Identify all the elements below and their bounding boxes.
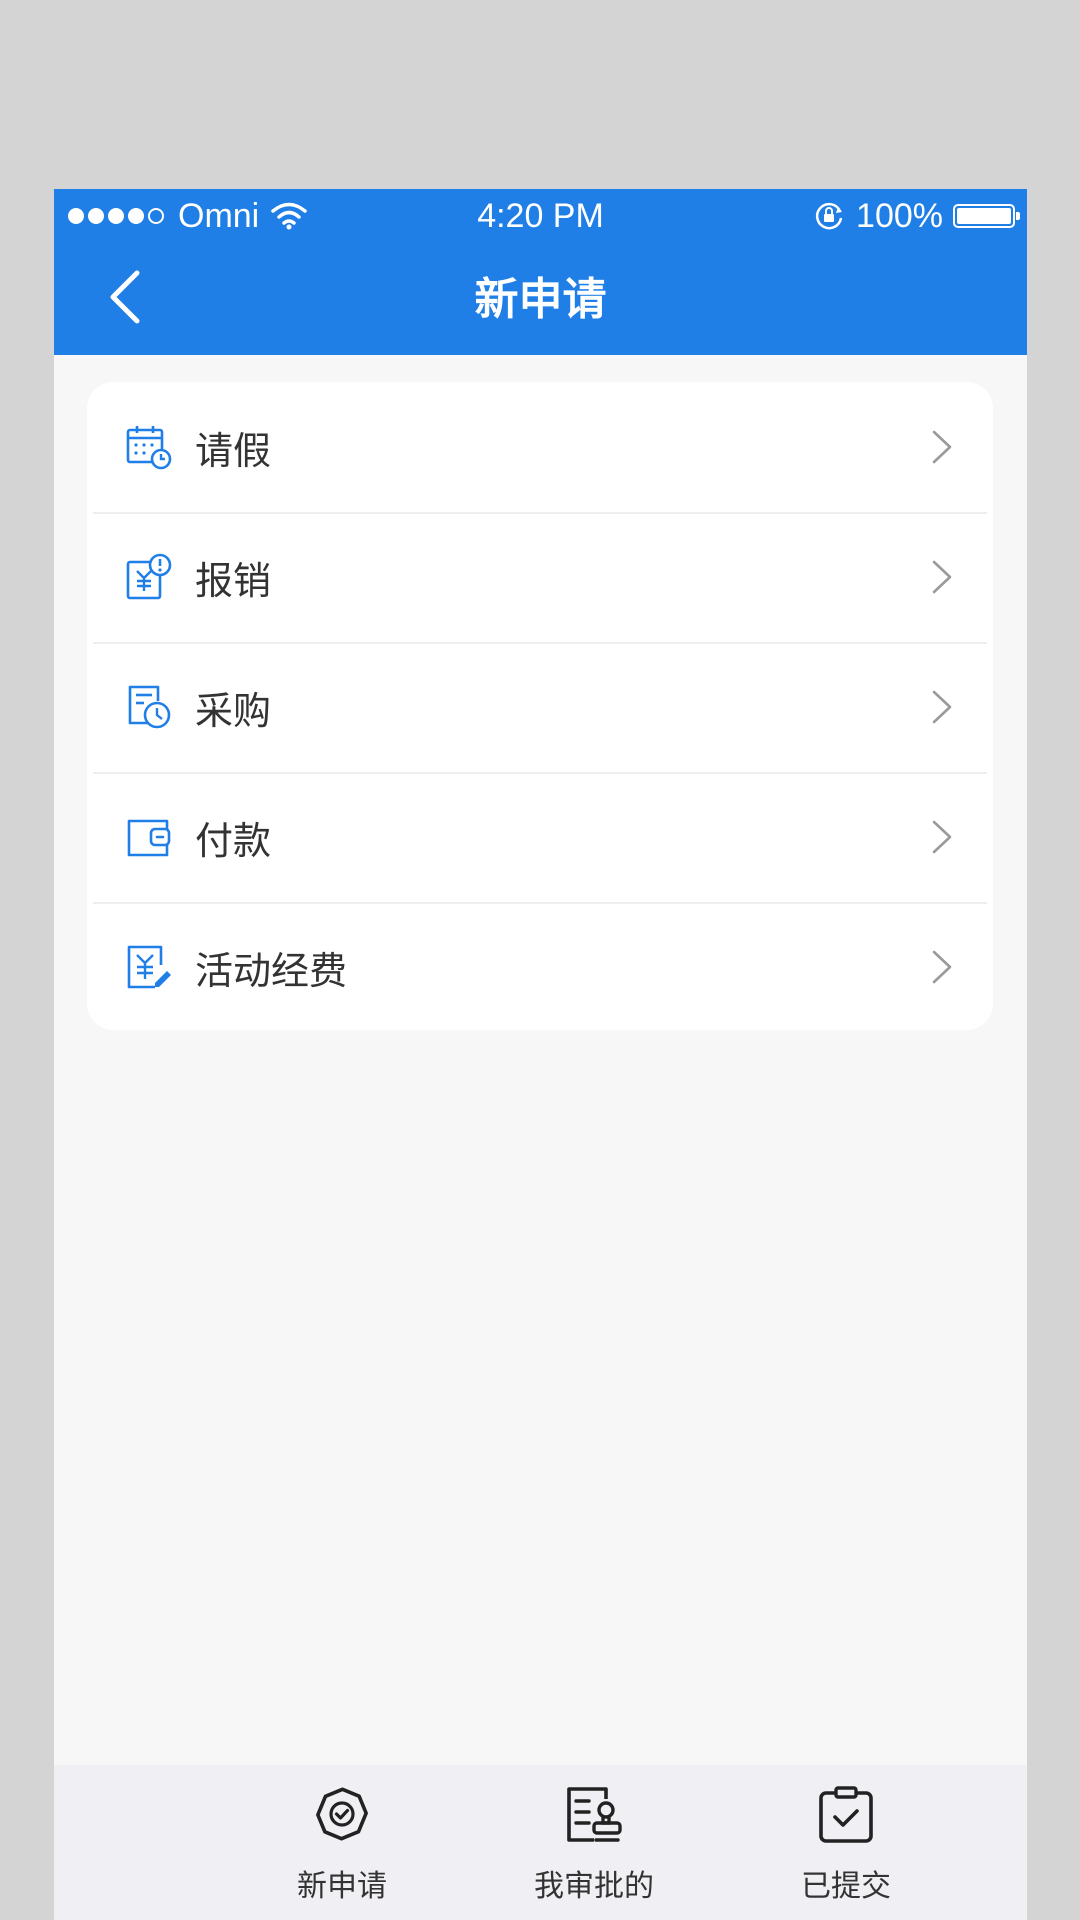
- status-right: 100%: [814, 195, 1020, 237]
- tab-new-application[interactable]: 新申请: [232, 1765, 452, 1920]
- status-bar: Omni 4:20 PM 100%: [54, 189, 1027, 245]
- battery-icon: [953, 204, 1020, 228]
- phone-screen: Omni 4:20 PM 100% 新申请 请假 报销 采购 付款 活动经费 新…: [54, 189, 1027, 1920]
- wallet-icon: [127, 819, 171, 857]
- tab-submitted[interactable]: 已提交: [736, 1765, 956, 1920]
- chevron-right-icon: [932, 820, 952, 854]
- menu-item-leave[interactable]: 请假: [87, 382, 993, 512]
- chevron-right-icon: [932, 690, 952, 724]
- yen-receipt-icon: [126, 553, 172, 600]
- menu-item-label: 付款: [195, 818, 272, 863]
- tab-my-approvals[interactable]: 我审批的: [484, 1765, 704, 1920]
- chevron-right-icon: [932, 560, 952, 594]
- approval-icon: [567, 1787, 622, 1842]
- chevron-right-icon: [932, 950, 952, 984]
- page-title: 新申请: [474, 274, 607, 325]
- menu-item-label: 请假: [195, 428, 272, 473]
- header: Omni 4:20 PM 100% 新申请: [54, 189, 1027, 355]
- tab-label: 已提交: [801, 1869, 891, 1904]
- submitted-icon: [819, 1786, 873, 1843]
- application-menu: 请假 报销 采购 付款 活动经费: [87, 382, 993, 1030]
- nav-bar: 新申请: [54, 245, 1027, 355]
- menu-item-activity-funds[interactable]: 活动经费: [87, 902, 993, 1030]
- tab-bar: 新申请 我审批的 已提交: [54, 1765, 1027, 1920]
- menu-item-reimbursement[interactable]: 报销: [87, 512, 993, 642]
- rotation-lock-icon: [815, 202, 843, 230]
- menu-item-payment[interactable]: 付款: [87, 772, 993, 902]
- tab-label: 新申请: [297, 1869, 387, 1904]
- calendar-clock-icon: [126, 426, 172, 470]
- document-clock-icon: [128, 685, 171, 729]
- tab-label: 我审批的: [534, 1869, 654, 1904]
- new-application-icon: [316, 1787, 368, 1841]
- battery-percent: 100%: [856, 196, 943, 235]
- menu-item-label: 采购: [195, 688, 272, 733]
- yen-edit-icon: [127, 945, 171, 989]
- menu-item-purchase[interactable]: 采购: [87, 642, 993, 772]
- menu-item-label: 报销: [195, 558, 272, 603]
- chevron-right-icon: [932, 430, 952, 464]
- menu-item-label: 活动经费: [195, 948, 348, 993]
